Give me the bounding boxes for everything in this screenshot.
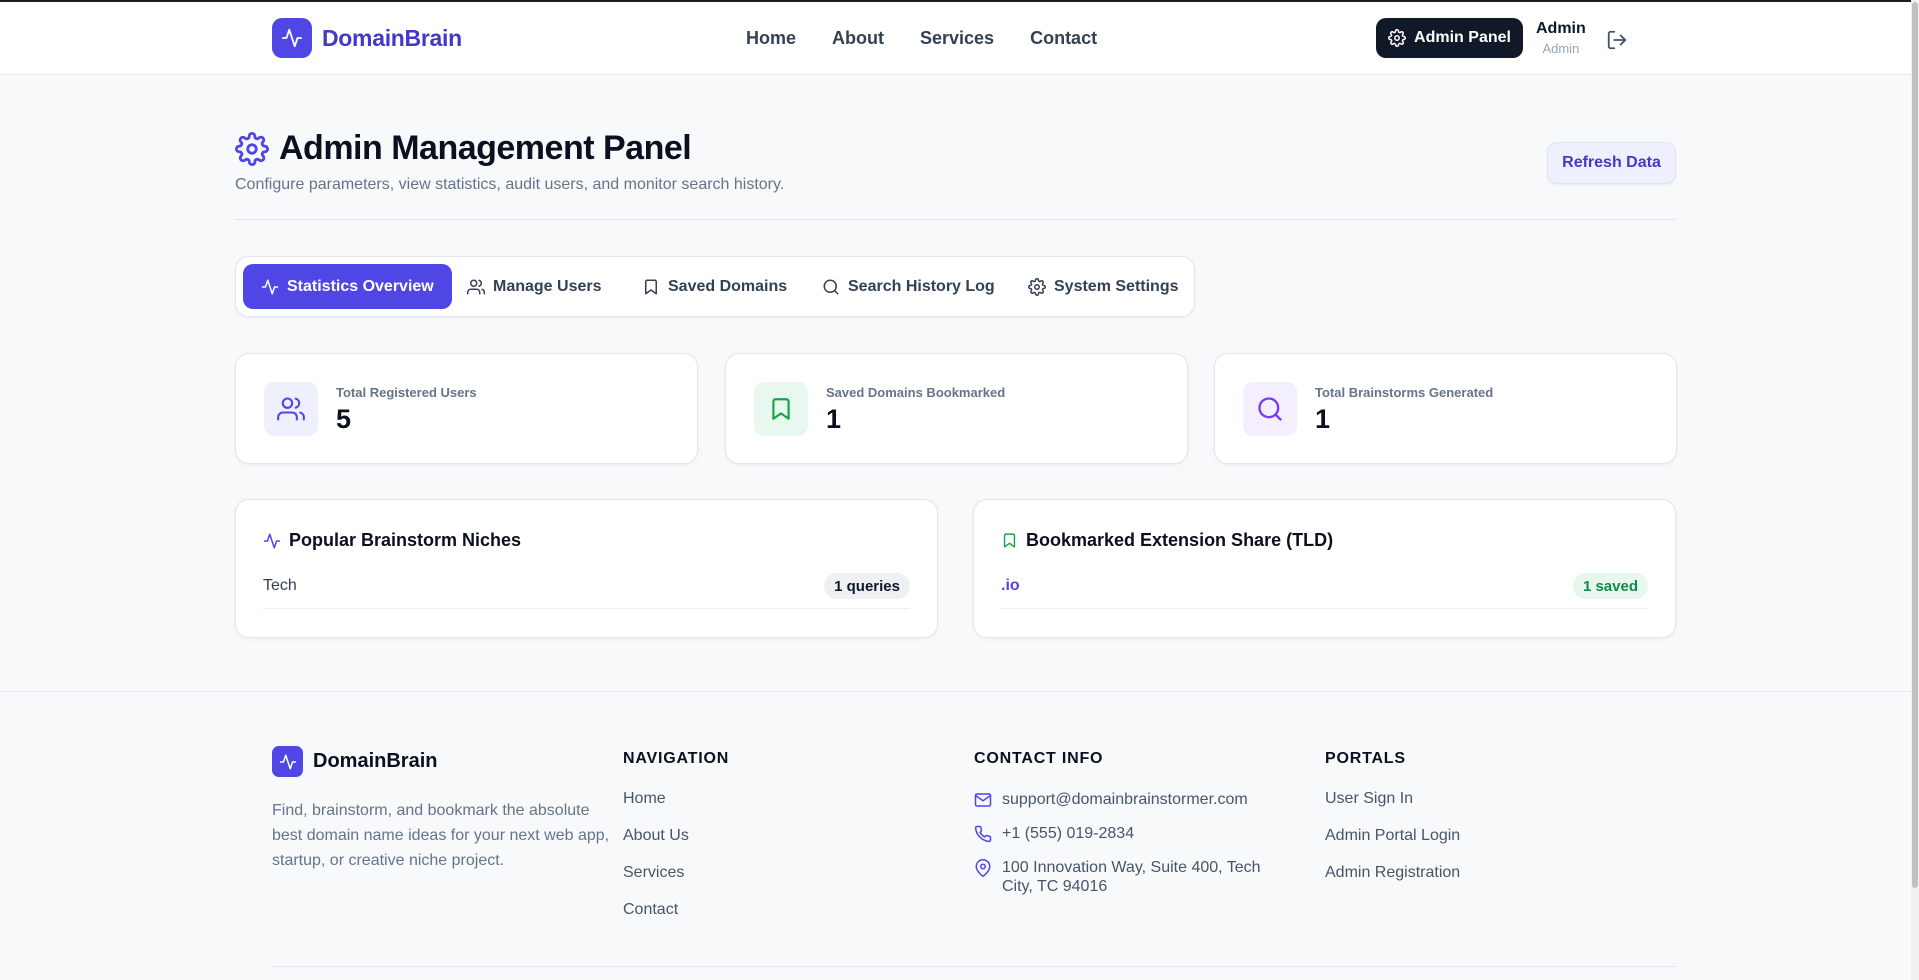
stat-label: Total Registered Users bbox=[336, 385, 477, 400]
footer-description: Find, brainstorm, and bookmark the absol… bbox=[272, 802, 610, 869]
footer-link-user-sign-in[interactable]: User Sign In bbox=[1325, 790, 1460, 808]
phone-icon bbox=[974, 824, 992, 843]
gear-icon bbox=[1388, 29, 1406, 47]
tab-search-history-log[interactable]: Search History Log bbox=[822, 264, 995, 309]
brand-name: DomainBrain bbox=[322, 24, 462, 51]
footer-link-about[interactable]: About Us bbox=[623, 827, 729, 845]
stat-card-total-users: Total Registered Users 5 bbox=[235, 353, 698, 464]
search-icon bbox=[1243, 382, 1297, 436]
stat-value: 1 bbox=[1315, 404, 1331, 434]
tab-label: Saved Domains bbox=[668, 277, 788, 295]
panel-title: Bookmarked Extension Share (TLD) bbox=[1001, 530, 1333, 551]
brand-logo[interactable]: DomainBrain bbox=[272, 18, 462, 58]
users-icon bbox=[467, 278, 485, 296]
tld-share-panel: Bookmarked Extension Share (TLD) .io 1 s… bbox=[973, 499, 1676, 638]
nav-link-contact[interactable]: Contact bbox=[1030, 28, 1097, 49]
user-role: Admin bbox=[1542, 41, 1580, 56]
tab-label: Statistics Overview bbox=[287, 277, 434, 295]
contact-email-text: support@domainbrainstormer.com bbox=[1002, 791, 1248, 808]
tld-label: .io bbox=[1001, 577, 1020, 594]
footer-logo[interactable]: DomainBrain bbox=[272, 746, 437, 777]
admin-panel-label: Admin Panel bbox=[1414, 29, 1511, 46]
main-nav: Home About Services Contact bbox=[746, 28, 1097, 49]
users-icon bbox=[264, 382, 318, 436]
activity-icon bbox=[263, 532, 281, 550]
contact-email[interactable]: support@domainbrainstormer.com bbox=[974, 790, 1294, 809]
user-name: Admin bbox=[1536, 20, 1586, 37]
contact-address-text: 100 Innovation Way, Suite 400, Tech City… bbox=[1002, 859, 1261, 895]
map-pin-icon bbox=[974, 858, 992, 877]
title-divider bbox=[235, 219, 1676, 220]
footer-link-contact[interactable]: Contact bbox=[623, 901, 729, 919]
activity-icon bbox=[261, 278, 279, 296]
tab-manage-users[interactable]: Manage Users bbox=[467, 264, 602, 309]
stat-value: 5 bbox=[336, 404, 352, 434]
page-title: Admin Management Panel bbox=[279, 129, 692, 167]
footer-brand-name: DomainBrain bbox=[313, 750, 438, 772]
gear-icon bbox=[235, 131, 269, 166]
page-title-row: Admin Management Panel bbox=[235, 129, 692, 168]
activity-icon bbox=[272, 746, 303, 777]
footer-link-admin-portal-login[interactable]: Admin Portal Login bbox=[1325, 827, 1460, 845]
bookmark-icon bbox=[642, 278, 660, 296]
top-navbar: DomainBrain Home About Services Contact … bbox=[0, 2, 1911, 75]
tab-label: Manage Users bbox=[493, 277, 602, 295]
contact-address: 100 Innovation Way, Suite 400, Tech City… bbox=[974, 858, 1294, 896]
page-subtitle: Configure parameters, view statistics, a… bbox=[235, 176, 785, 193]
footer-link-admin-registration[interactable]: Admin Registration bbox=[1325, 864, 1460, 882]
popular-niches-panel: Popular Brainstorm Niches Tech 1 queries bbox=[235, 499, 938, 638]
list-item: Tech 1 queries bbox=[263, 570, 910, 609]
footer-portals: PORTALS User Sign In Admin Portal Login … bbox=[1325, 750, 1460, 901]
panel-title-text: Popular Brainstorm Niches bbox=[289, 530, 522, 550]
nav-link-about[interactable]: About bbox=[832, 28, 884, 49]
tab-saved-domains[interactable]: Saved Domains bbox=[642, 264, 787, 309]
footer-navigation: NAVIGATION Home About Us Services Contac… bbox=[623, 750, 729, 938]
footer: DomainBrain Find, brainstorm, and bookma… bbox=[0, 691, 1911, 980]
stat-card-brainstorms: Total Brainstorms Generated 1 bbox=[1214, 353, 1677, 464]
footer-contact: CONTACT INFO support@domainbrainstormer.… bbox=[974, 750, 1294, 911]
panel-title: Popular Brainstorm Niches bbox=[263, 530, 521, 551]
search-icon bbox=[822, 278, 840, 296]
contact-phone[interactable]: +1 (555) 019-2834 bbox=[974, 824, 1294, 843]
panel-title-text: Bookmarked Extension Share (TLD) bbox=[1026, 530, 1334, 550]
mail-icon bbox=[974, 790, 992, 809]
nav-link-services[interactable]: Services bbox=[920, 28, 994, 49]
nav-link-home[interactable]: Home bbox=[746, 28, 796, 49]
refresh-data-button[interactable]: Refresh Data bbox=[1547, 142, 1676, 184]
footer-heading: CONTACT INFO bbox=[974, 750, 1104, 767]
bookmark-icon bbox=[1001, 532, 1018, 549]
stat-value: 1 bbox=[826, 404, 842, 434]
tab-label: Search History Log bbox=[848, 277, 995, 295]
admin-tabs: Statistics Overview Manage Users Saved D… bbox=[235, 256, 1195, 317]
stat-label: Saved Domains Bookmarked bbox=[826, 385, 1006, 400]
user-info: Admin Admin bbox=[1536, 20, 1586, 56]
footer-heading: NAVIGATION bbox=[623, 750, 730, 767]
footer-heading: PORTALS bbox=[1325, 750, 1406, 767]
niche-label: Tech bbox=[263, 577, 297, 594]
query-count-badge: 1 queries bbox=[824, 573, 910, 599]
stat-label: Total Brainstorms Generated bbox=[1315, 385, 1494, 400]
logout-icon[interactable] bbox=[1606, 29, 1628, 51]
admin-panel-button[interactable]: Admin Panel bbox=[1376, 18, 1523, 58]
tab-statistics-overview[interactable]: Statistics Overview bbox=[243, 264, 452, 309]
saved-count-badge: 1 saved bbox=[1572, 573, 1648, 599]
gear-icon bbox=[1028, 277, 1046, 296]
footer-link-home[interactable]: Home bbox=[623, 790, 729, 808]
tab-label: System Settings bbox=[1054, 277, 1179, 295]
activity-icon bbox=[272, 18, 312, 58]
list-item: .io 1 saved bbox=[1001, 570, 1648, 609]
scrollbar-thumb[interactable] bbox=[1912, 2, 1918, 888]
bookmark-icon bbox=[754, 382, 808, 436]
footer-divider bbox=[272, 966, 1676, 967]
contact-phone-text: +1 (555) 019-2834 bbox=[1002, 825, 1135, 842]
tab-system-settings[interactable]: System Settings bbox=[1028, 264, 1178, 309]
stat-card-saved-domains: Saved Domains Bookmarked 1 bbox=[725, 353, 1188, 464]
footer-link-services[interactable]: Services bbox=[623, 864, 729, 882]
